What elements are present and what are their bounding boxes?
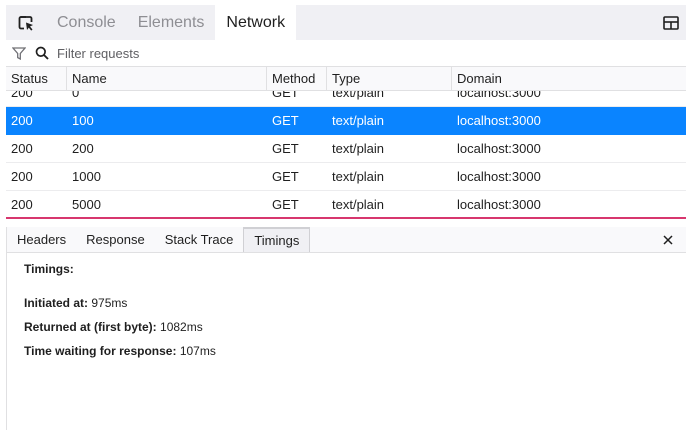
cell-domain: localhost:3000 bbox=[457, 113, 541, 128]
filter-requests-input[interactable] bbox=[57, 45, 557, 61]
column-header-name[interactable]: Name bbox=[67, 67, 267, 90]
table-row[interactable]: 200 5000 GET text/plain localhost:3000 bbox=[6, 191, 686, 217]
tab-console-label: Console bbox=[57, 13, 116, 31]
cell-method: GET bbox=[272, 113, 299, 128]
timings-content: Timings: Initiated at: 975ms Returned at… bbox=[7, 253, 686, 358]
details-tabbar: Headers Response Stack Trace Timings bbox=[7, 227, 686, 253]
table-row[interactable]: 200 200 GET text/plain localhost:3000 bbox=[6, 135, 686, 163]
cell-status: 200 bbox=[11, 141, 33, 156]
search-icon bbox=[35, 46, 49, 60]
tab-elements-label: Elements bbox=[137, 13, 205, 31]
column-header-type[interactable]: Type bbox=[327, 67, 452, 90]
cell-type: text/plain bbox=[332, 141, 385, 156]
column-header-method[interactable]: Method bbox=[267, 67, 327, 90]
timing-returned: Returned at (first byte): 1082ms bbox=[24, 320, 686, 334]
cell-name: 1000 bbox=[72, 169, 101, 184]
cell-method: GET bbox=[272, 197, 299, 212]
timing-waiting: Time waiting for response: 107ms bbox=[24, 344, 686, 358]
tab-network-label: Network bbox=[226, 13, 286, 31]
request-table: Status Name Method Type Domain 200 0 GET… bbox=[6, 67, 686, 217]
devtools-toolbar: Console Elements Network bbox=[6, 5, 686, 40]
cell-type: text/plain bbox=[332, 197, 385, 212]
cell-name: 100 bbox=[72, 113, 94, 128]
timing-initiated: Initiated at: 975ms bbox=[24, 296, 686, 310]
cell-status: 200 bbox=[11, 197, 33, 212]
timing-label: Returned at (first byte): bbox=[24, 320, 157, 334]
filter-funnel-icon bbox=[12, 46, 26, 60]
panel-splitter[interactable] bbox=[6, 217, 686, 219]
cell-domain: localhost:3000 bbox=[457, 197, 541, 212]
close-details-button[interactable] bbox=[650, 227, 686, 252]
cell-method: GET bbox=[272, 141, 299, 156]
table-row[interactable]: 200 1000 GET text/plain localhost:3000 bbox=[6, 163, 686, 191]
cell-status: 200 bbox=[11, 113, 33, 128]
column-header-status[interactable]: Status bbox=[6, 67, 67, 90]
cell-name: 200 bbox=[72, 141, 94, 156]
cell-domain: localhost:3000 bbox=[457, 141, 541, 156]
timing-value: 1082ms bbox=[160, 320, 203, 334]
timing-label: Initiated at: bbox=[24, 296, 89, 310]
close-icon bbox=[663, 234, 673, 245]
table-row-selected[interactable]: 200 100 GET text/plain localhost:3000 bbox=[6, 107, 686, 135]
table-rows: 200 0 GET text/plain localhost:3000 200 … bbox=[6, 79, 686, 217]
cell-type: text/plain bbox=[332, 113, 385, 128]
timing-value: 975ms bbox=[91, 296, 128, 310]
cell-status: 200 bbox=[11, 169, 33, 184]
column-header-domain[interactable]: Domain bbox=[452, 67, 686, 90]
element-picker-icon bbox=[18, 15, 33, 31]
tab-stack-trace[interactable]: Stack Trace bbox=[155, 227, 244, 252]
tab-network[interactable]: Network bbox=[215, 5, 297, 40]
filter-type-button[interactable] bbox=[6, 46, 32, 60]
tab-console[interactable]: Console bbox=[46, 5, 127, 40]
layout-toggle-icon bbox=[663, 15, 679, 30]
search-icon-wrap bbox=[32, 46, 52, 60]
cell-domain: localhost:3000 bbox=[457, 169, 541, 184]
timings-title: Timings: bbox=[24, 262, 74, 276]
timing-value: 107ms bbox=[179, 344, 216, 358]
cell-method: GET bbox=[272, 169, 299, 184]
tab-response[interactable]: Response bbox=[76, 227, 155, 252]
element-picker-button[interactable] bbox=[6, 5, 46, 40]
tab-timings[interactable]: Timings bbox=[243, 227, 311, 252]
cell-type: text/plain bbox=[332, 169, 385, 184]
table-header: Status Name Method Type Domain bbox=[6, 67, 686, 91]
tab-headers[interactable]: Headers bbox=[7, 227, 76, 252]
request-details-panel: Headers Response Stack Trace Timings Tim… bbox=[6, 227, 686, 430]
timing-label: Time waiting for response: bbox=[24, 344, 177, 358]
layout-toggle-button[interactable] bbox=[656, 5, 686, 40]
cell-name: 5000 bbox=[72, 197, 101, 212]
filter-bar bbox=[6, 40, 686, 67]
tab-elements[interactable]: Elements bbox=[127, 5, 216, 40]
